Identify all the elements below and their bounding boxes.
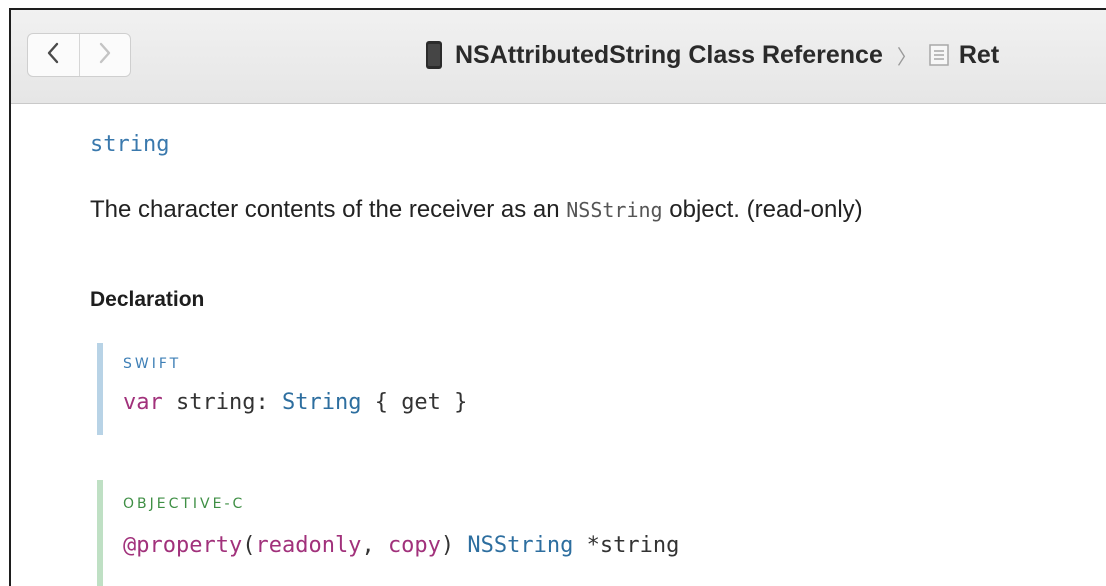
documentation-content: string The character contents of the rec… <box>11 104 1106 586</box>
objc-code-line: @property(readonly, copy) NSString *stri… <box>123 512 797 558</box>
objc-keyword-property: @property <box>123 533 243 558</box>
objc-language-label: OBJECTIVE-C <box>123 496 246 512</box>
swift-declaration: SWIFT var string: String { get } <box>97 343 797 435</box>
objc-paren-open: ( <box>242 533 256 558</box>
class-reference-icon <box>425 40 443 70</box>
breadcrumb-next[interactable]: Ret <box>959 41 999 70</box>
forward-button[interactable] <box>78 34 131 76</box>
breadcrumb-current[interactable]: NSAttributedString Class Reference <box>455 41 883 70</box>
declaration-heading: Declaration <box>90 288 205 311</box>
summary-text-start: The character contents of the receiver a… <box>90 196 567 223</box>
documentation-window: NSAttributedString Class Reference 〉 Ret… <box>9 8 1106 586</box>
breadcrumb-separator: 〉 <box>896 44 917 69</box>
property-summary: The character contents of the receiver a… <box>90 196 863 224</box>
back-button[interactable] <box>28 34 79 76</box>
objc-keyword-readonly: readonly <box>255 533 362 558</box>
history-nav <box>27 33 131 77</box>
objc-keyword-copy: copy <box>387 533 441 558</box>
toolbar: NSAttributedString Class Reference 〉 Ret <box>11 10 1106 104</box>
property-name: string <box>90 132 170 157</box>
objc-declaration: OBJECTIVE-C @property(readonly, copy) NS… <box>97 480 797 586</box>
document-list-icon <box>929 44 949 66</box>
breadcrumb: NSAttributedString Class Reference 〉 Ret <box>425 35 999 75</box>
swift-code-line: var string: String { get } <box>123 372 797 415</box>
swift-type[interactable]: String <box>282 390 361 415</box>
objc-type[interactable]: NSString <box>467 533 573 558</box>
swift-accessor: { get } <box>361 390 468 415</box>
swift-identifier: string: <box>162 390 282 415</box>
objc-paren-close: ) <box>440 533 468 558</box>
chevron-right-icon <box>98 42 112 69</box>
summary-text-end: object. (read-only) <box>662 196 863 223</box>
objc-comma: , <box>361 533 388 558</box>
swift-keyword-var: var <box>123 390 163 415</box>
objc-identifier: *string <box>573 533 680 558</box>
chevron-left-icon <box>46 42 60 69</box>
swift-language-label: SWIFT <box>123 356 182 372</box>
summary-code-nsstring: NSString <box>566 198 663 222</box>
